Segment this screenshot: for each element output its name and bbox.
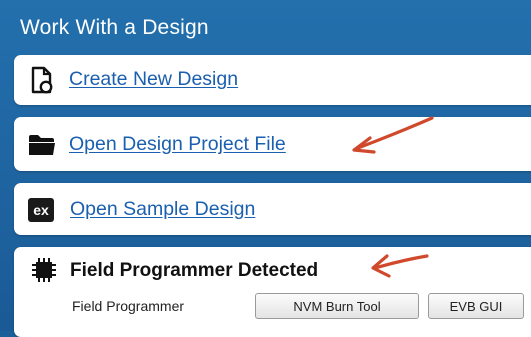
evb-gui-button[interactable]: EVB GUI bbox=[428, 293, 524, 319]
create-new-design-link[interactable]: Create New Design bbox=[69, 68, 238, 91]
svg-text:ex: ex bbox=[33, 202, 49, 218]
open-design-project-card[interactable]: Open Design Project File bbox=[14, 117, 531, 171]
open-sample-design-card[interactable]: ex Open Sample Design bbox=[14, 183, 531, 235]
field-programmer-card: Field Programmer Detected Field Programm… bbox=[14, 247, 531, 337]
open-design-project-link[interactable]: Open Design Project File bbox=[69, 133, 286, 156]
create-new-design-card[interactable]: Create New Design bbox=[14, 55, 531, 105]
ex-icon: ex bbox=[28, 198, 54, 227]
chip-icon bbox=[31, 257, 57, 288]
open-sample-design-link[interactable]: Open Sample Design bbox=[70, 198, 255, 221]
field-programmer-label: Field Programmer bbox=[72, 298, 185, 314]
field-programmer-heading: Field Programmer Detected bbox=[70, 260, 319, 281]
new-document-icon bbox=[30, 66, 54, 99]
work-with-design-panel: Work With a Design Create New Design Ope… bbox=[0, 0, 531, 337]
section-title: Work With a Design bbox=[20, 16, 209, 39]
nvm-burn-tool-button[interactable]: NVM Burn Tool bbox=[255, 293, 419, 319]
folder-icon bbox=[28, 134, 56, 161]
